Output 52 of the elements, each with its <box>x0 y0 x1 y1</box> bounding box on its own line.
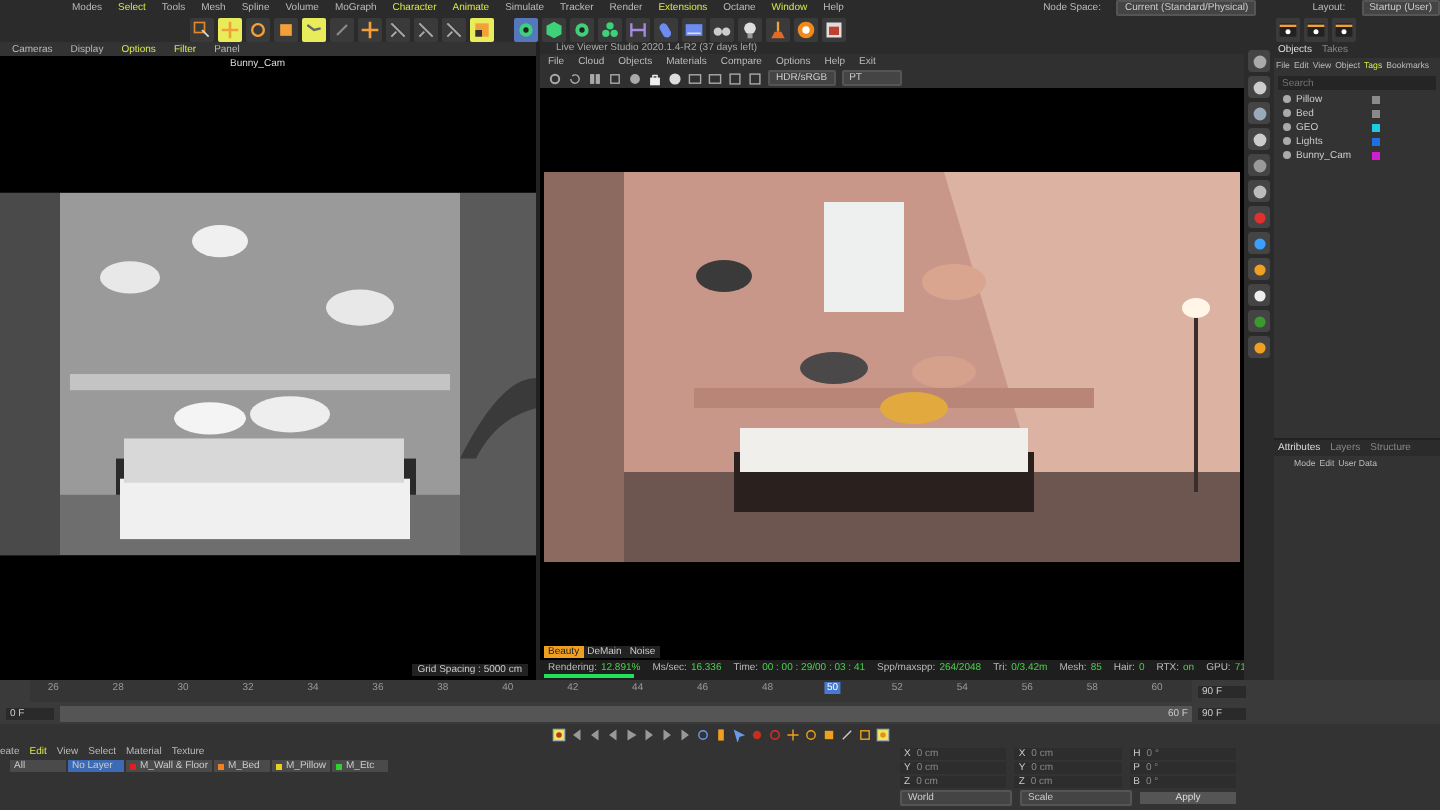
move-key-icon[interactable] <box>785 727 799 741</box>
pause-icon[interactable] <box>588 71 602 85</box>
coordinate-icon[interactable] <box>470 17 494 41</box>
tool-icon[interactable] <box>330 17 354 41</box>
stop-icon[interactable] <box>608 71 622 85</box>
capsule-icon[interactable] <box>654 17 678 41</box>
clapperboard-icon[interactable] <box>1304 17 1328 41</box>
object-palette-icon[interactable] <box>1248 102 1270 124</box>
octane-icon[interactable] <box>794 17 818 41</box>
axis-icon[interactable] <box>442 17 466 41</box>
clapperboard-icon[interactable] <box>1332 17 1356 41</box>
scheme-icon[interactable] <box>875 727 889 741</box>
plunger-icon[interactable] <box>766 17 790 41</box>
step-back-icon[interactable] <box>605 727 619 741</box>
region-icon[interactable] <box>728 71 742 85</box>
object-palette-icon[interactable] <box>1248 76 1270 98</box>
clapperboard-icon[interactable] <box>1276 17 1300 41</box>
skip-end-icon[interactable] <box>677 727 691 741</box>
object-palette-icon[interactable] <box>1248 232 1270 254</box>
rotate-key-icon[interactable] <box>803 727 817 741</box>
loop-icon[interactable] <box>695 727 709 741</box>
object-palette-icon[interactable] <box>1248 180 1270 202</box>
rotate-icon[interactable] <box>246 17 270 41</box>
binoculars-icon[interactable] <box>710 17 734 41</box>
record-key-icon[interactable] <box>551 727 565 741</box>
object-palette-icon[interactable] <box>1248 50 1270 72</box>
step-forward-icon[interactable] <box>641 727 655 741</box>
cross-arrows-icon[interactable] <box>218 17 242 41</box>
scale-key-icon[interactable] <box>821 727 835 741</box>
frame-icon[interactable] <box>822 17 846 41</box>
cluster-icon[interactable] <box>598 17 622 41</box>
selection-icon[interactable] <box>190 17 214 41</box>
object-palette-icon[interactable] <box>1248 154 1270 176</box>
cross-arrows-icon[interactable] <box>358 17 382 41</box>
screen-icon[interactable] <box>682 17 706 41</box>
frame-icon[interactable] <box>748 71 762 85</box>
lock-icon[interactable] <box>648 71 662 85</box>
bracket-icon[interactable] <box>626 17 650 41</box>
axis-icon[interactable] <box>414 17 438 41</box>
parameter-key-icon[interactable] <box>839 727 853 741</box>
scale-icon[interactable] <box>274 17 298 41</box>
object-palette-icon[interactable] <box>1248 258 1270 280</box>
record-icon[interactable] <box>628 71 642 85</box>
object-palette-icon[interactable] <box>1248 336 1270 358</box>
key-icon[interactable] <box>713 727 727 741</box>
bulb-icon[interactable] <box>738 17 762 41</box>
pointer-icon[interactable] <box>731 727 745 741</box>
object-palette-icon[interactable] <box>1248 284 1270 306</box>
refresh-icon[interactable] <box>568 71 582 85</box>
axis-icon[interactable] <box>386 17 410 41</box>
hexagon-icon[interactable] <box>542 17 566 41</box>
object-palette-icon[interactable] <box>1248 128 1270 150</box>
